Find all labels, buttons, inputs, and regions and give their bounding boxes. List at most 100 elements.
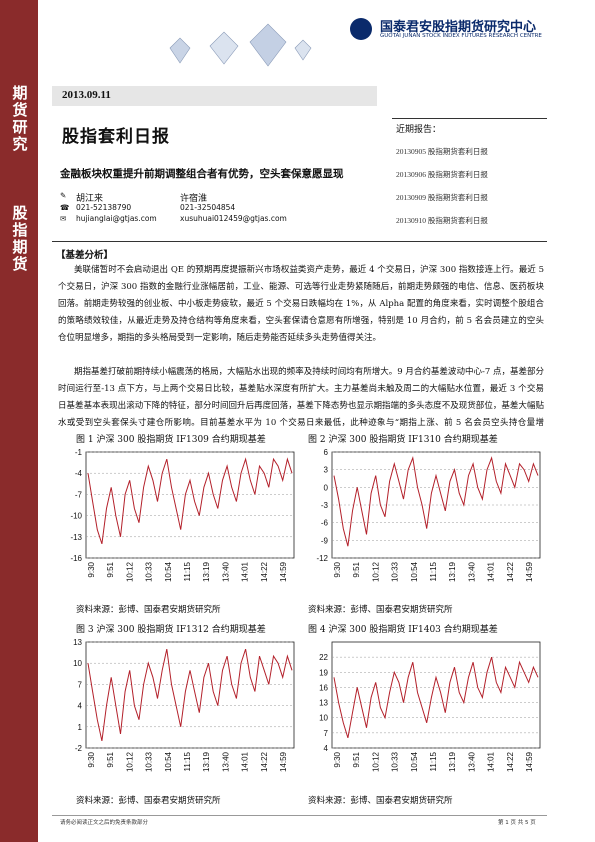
x-tick-label: 13:19 bbox=[202, 561, 211, 582]
section-title: 【基差分析】 bbox=[56, 250, 114, 261]
y-tick-label: -12 bbox=[316, 554, 328, 563]
x-tick-label: 14:01 bbox=[487, 561, 496, 582]
x-tick-label: 11:15 bbox=[429, 751, 438, 771]
analyst-phone-1: 021-52138790 bbox=[76, 203, 132, 212]
analyst-email-2[interactable]: xusuhuai012459@gtjas.com bbox=[180, 214, 287, 223]
figure-2-chart: 6 3 0 -3 -6 -9 -12 9:30 9:51 10:12 10:33 10:54 11:15… bbox=[316, 448, 541, 582]
email-icon: ✉ bbox=[60, 214, 67, 223]
x-tick-label: 13:19 bbox=[448, 751, 457, 772]
y-tick-label: -10 bbox=[70, 512, 82, 521]
footer-disclaimer: 请务必阅读正文之后的免责条款部分 bbox=[60, 820, 149, 826]
y-tick-label: -3 bbox=[321, 501, 329, 510]
y-tick-label: 6 bbox=[324, 448, 329, 457]
plot-area bbox=[85, 641, 295, 749]
series-line bbox=[87, 457, 293, 545]
series-line bbox=[333, 656, 539, 739]
y-tick-label: -6 bbox=[321, 519, 329, 528]
x-tick-label: 10:54 bbox=[164, 751, 173, 772]
sidebar-label-futures: 股指期货 bbox=[12, 204, 28, 273]
y-tick-label: -16 bbox=[70, 554, 82, 563]
x-tick-label: 14:59 bbox=[525, 751, 534, 772]
diamond-icon bbox=[169, 23, 312, 67]
y-tick-label: -1 bbox=[75, 448, 83, 457]
person-icon: ✎ bbox=[60, 191, 67, 200]
x-tick-label: 10:12 bbox=[371, 561, 380, 582]
figure-3-title: 图 3 沪深 300 股指期货 IF1312 合约期现基差 bbox=[76, 625, 266, 635]
figure-3-source: 资料来源：彭博、国泰君安期货研究所 bbox=[76, 796, 221, 806]
y-tick-label: -4 bbox=[75, 469, 83, 478]
figure-3-chart: 13 10 7 4 1 -2 9:30 9:51 10:12 10:33 10:54 11:15 13:… bbox=[73, 638, 295, 772]
report-date: 2013.09.11 bbox=[62, 89, 111, 101]
y-tick-label: 1 bbox=[78, 723, 83, 732]
page-number: 第 1 页 共 5 页 bbox=[498, 820, 536, 826]
x-tick-label: 13:40 bbox=[221, 561, 230, 582]
figure-4-chart: 22 19 16 13 10 7 4 9:30 9:51 10:12 10:33 10:54 11:15… bbox=[319, 641, 541, 772]
x-tick-label: 11:15 bbox=[183, 561, 192, 581]
x-tick-label: 10:12 bbox=[371, 751, 380, 772]
figure-2-title: 图 2 沪深 300 股指期货 IF1310 合约期现基差 bbox=[308, 435, 498, 445]
x-tick-label: 14:22 bbox=[506, 561, 515, 582]
x-tick-label: 14:22 bbox=[260, 561, 269, 582]
y-tick-label: 13 bbox=[73, 638, 82, 647]
y-tick-label: 16 bbox=[319, 683, 328, 692]
y-tick-label: 4 bbox=[324, 744, 329, 753]
x-tick-label: 13:40 bbox=[221, 751, 230, 772]
x-tick-label: 10:33 bbox=[391, 561, 400, 582]
recent-reports-heading: 近期报告： bbox=[396, 125, 442, 135]
y-tick-label: 0 bbox=[324, 483, 329, 492]
sidebar-label-research: 期货研究 bbox=[12, 84, 28, 153]
x-tick-label: 14:59 bbox=[525, 561, 534, 582]
figure-1-chart: -1 -4 -7 -10 -13 -16 9:30 9:51 10:12 10:33 10:54 11… bbox=[70, 448, 295, 582]
y-tick-label: 22 bbox=[319, 653, 328, 662]
recent-report-link[interactable]: 20130905 股指期货套利日报 bbox=[396, 146, 488, 157]
x-tick-label: 9:51 bbox=[106, 561, 115, 577]
x-tick-label: 9:30 bbox=[333, 561, 342, 577]
x-tick-label: 10:54 bbox=[410, 561, 419, 582]
series-line bbox=[87, 648, 293, 742]
y-tick-label: -9 bbox=[321, 536, 329, 545]
y-tick-label: -7 bbox=[75, 490, 83, 499]
x-tick-label: 14:59 bbox=[279, 751, 288, 772]
x-tick-label: 11:15 bbox=[429, 561, 438, 581]
recent-report-link[interactable]: 20130906 股指期货套利日报 bbox=[396, 169, 488, 180]
figure-2-source: 资料来源：彭博、国泰君安期货研究所 bbox=[308, 605, 453, 615]
phone-icon: ☎ bbox=[60, 203, 70, 212]
analysis-paragraph-2: 期指基差打破前期持续小幅震荡的格局，大幅贴水出现的频率及持续时间均有所增大。9 … bbox=[58, 367, 544, 428]
x-tick-label: 9:51 bbox=[352, 561, 361, 577]
recent-report-link[interactable]: 20130910 股指期货套利日报 bbox=[396, 215, 488, 226]
series-line bbox=[333, 456, 539, 547]
analyst-phone-2: 021-32504854 bbox=[180, 203, 236, 212]
x-tick-label: 13:40 bbox=[467, 561, 476, 582]
figure-4-title: 图 4 沪深 300 股指期货 IF1403 合约期现基差 bbox=[308, 625, 498, 635]
y-tick-label: 19 bbox=[319, 668, 328, 677]
y-tick-label: 7 bbox=[324, 729, 329, 738]
x-tick-label: 9:30 bbox=[333, 751, 342, 767]
x-tick-label: 10:12 bbox=[125, 751, 134, 772]
y-tick-label: 10 bbox=[319, 714, 328, 723]
recent-report-link[interactable]: 20130909 股指期货套利日报 bbox=[396, 192, 488, 203]
figure-1-title: 图 1 沪深 300 股指期货 IF1309 合约期现基差 bbox=[76, 435, 266, 445]
header-diamond-graphic bbox=[150, 18, 330, 68]
company-name-en: GUOTAI JUNAN STOCK INDEX FUTURES RESEARC… bbox=[380, 33, 542, 39]
x-tick-label: 14:01 bbox=[241, 751, 250, 772]
analyst-email-1[interactable]: hujianglai@gtjas.com bbox=[76, 214, 157, 223]
report-subtitle: 金融板块权重提升前期调整组合者有优势，空头套保意愿显现 bbox=[60, 168, 344, 180]
y-tick-label: -2 bbox=[75, 744, 83, 753]
y-tick-label: 10 bbox=[73, 659, 82, 668]
y-tick-label: 7 bbox=[78, 680, 83, 689]
x-tick-label: 10:54 bbox=[164, 561, 173, 582]
x-tick-label: 9:30 bbox=[87, 751, 96, 767]
y-tick-label: 4 bbox=[78, 702, 83, 711]
plot-area bbox=[331, 641, 541, 749]
x-tick-label: 13:19 bbox=[448, 561, 457, 582]
x-tick-label: 13:19 bbox=[202, 751, 211, 772]
x-tick-label: 10:33 bbox=[145, 561, 154, 582]
report-title: 股指套利日报 bbox=[62, 127, 170, 147]
x-tick-label: 14:01 bbox=[241, 561, 250, 582]
figure-4-source: 资料来源：彭博、国泰君安期货研究所 bbox=[308, 796, 453, 806]
x-tick-label: 10:12 bbox=[125, 561, 134, 582]
x-tick-label: 10:54 bbox=[410, 751, 419, 772]
x-tick-label: 9:30 bbox=[87, 561, 96, 577]
figure-1-source: 资料来源：彭博、国泰君安期货研究所 bbox=[76, 605, 221, 615]
section-divider bbox=[52, 241, 547, 242]
